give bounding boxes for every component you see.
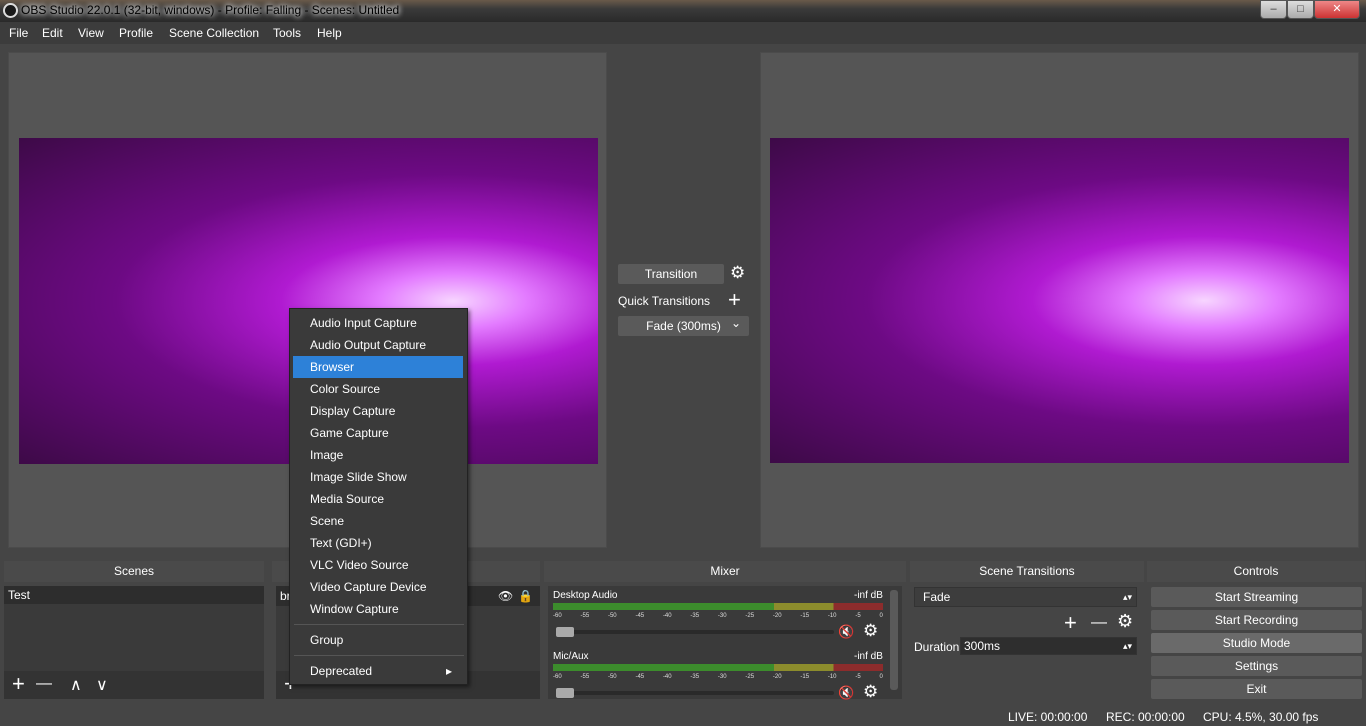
spin-arrows-icon: ▴▾ xyxy=(1122,592,1132,602)
remove-scene-icon[interactable]: — xyxy=(36,675,52,693)
menu-item-text-gdi[interactable]: Text (GDI+) xyxy=(293,532,463,554)
menu-item-audio-input-capture[interactable]: Audio Input Capture xyxy=(293,312,463,334)
scene-transition-select[interactable]: Fade ▴▾ xyxy=(914,587,1137,607)
quick-transitions-label: Quick Transitions xyxy=(618,294,711,308)
remove-transition-icon[interactable]: — xyxy=(1091,614,1107,632)
mic-aux-label: Mic/Aux xyxy=(553,651,589,662)
program-image xyxy=(770,138,1349,463)
window-title: OBS Studio 22.0.1 (32-bit, windows) - Pr… xyxy=(21,3,400,17)
minimize-button[interactable]: – xyxy=(1260,0,1287,19)
menu-item-deprecated[interactable]: Deprecated ▸ xyxy=(293,660,463,682)
quick-transition-select[interactable]: Fade (300ms) ⌄ xyxy=(618,316,749,336)
scene-transitions-dock-title: Scene Transitions xyxy=(910,561,1144,582)
mic-aux-level: -inf dB xyxy=(854,651,883,662)
transition-button[interactable]: Transition xyxy=(618,264,724,284)
add-quick-transition-icon[interactable]: + xyxy=(728,287,741,313)
transition-gear-icon[interactable]: ⚙ xyxy=(730,263,745,283)
menu-item-browser[interactable]: Browser xyxy=(293,356,463,378)
slider-handle[interactable] xyxy=(556,688,574,698)
desktop-audio-ticks: -60 -55 -50 -45 -40 -35 -30 -25 -20 -15 -10 -5 0 xyxy=(553,613,883,619)
desktop-audio-label: Desktop Audio xyxy=(553,590,618,601)
menu-item-display-capture[interactable]: Display Capture xyxy=(293,400,463,422)
move-scene-up-icon[interactable]: ∧ xyxy=(70,675,82,695)
close-button[interactable]: ✕ xyxy=(1314,0,1360,19)
live-status: LIVE: 00:00:00 xyxy=(1008,710,1088,724)
menu-item-image-slide-show[interactable]: Image Slide Show xyxy=(293,466,463,488)
menu-item-group[interactable]: Group xyxy=(293,629,463,651)
menu-profile[interactable]: Profile xyxy=(119,26,153,40)
menu-item-game-capture[interactable]: Game Capture xyxy=(293,422,463,444)
mixer-dock-title: Mixer xyxy=(544,561,906,582)
mute-icon[interactable]: 🔇 xyxy=(838,685,854,701)
menu-item-video-capture-device[interactable]: Video Capture Device xyxy=(293,576,463,598)
scenes-toolbar: + — ∧ ∨ xyxy=(4,671,264,699)
mic-aux-gear-icon[interactable]: ⚙ xyxy=(863,682,878,702)
eye-icon[interactable]: 👁 xyxy=(498,586,513,606)
add-scene-icon[interactable]: + xyxy=(12,671,25,697)
obs-logo-icon xyxy=(3,3,18,18)
quick-transition-value: Fade (300ms) xyxy=(646,319,721,333)
menu-scene-collection[interactable]: Scene Collection xyxy=(169,26,259,40)
rec-status: REC: 00:00:00 xyxy=(1106,710,1185,724)
duration-input[interactable]: 300ms ▴▾ xyxy=(960,637,1137,655)
start-streaming-button[interactable]: Start Streaming xyxy=(1151,587,1362,607)
submenu-arrow-icon: ▸ xyxy=(446,664,453,678)
menu-item-window-capture[interactable]: Window Capture xyxy=(293,598,463,620)
menu-item-scene[interactable]: Scene xyxy=(293,510,463,532)
menu-view[interactable]: View xyxy=(78,26,104,40)
menu-file[interactable]: File xyxy=(9,26,28,40)
menu-item-audio-output-capture[interactable]: Audio Output Capture xyxy=(293,334,463,356)
mute-icon[interactable]: 🔇 xyxy=(838,624,854,640)
menu-tools[interactable]: Tools xyxy=(273,26,301,40)
mic-aux-vu-meter xyxy=(553,664,883,671)
title-bar: OBS Studio 22.0.1 (32-bit, windows) - Pr… xyxy=(0,0,1366,22)
mixer-panel: Desktop Audio -inf dB -60 -55 -50 -45 -40 -35… xyxy=(548,586,902,702)
settings-button[interactable]: Settings xyxy=(1151,656,1362,676)
duration-value: 300ms xyxy=(964,639,1001,653)
scenes-dock-title: Scenes xyxy=(4,561,264,582)
duration-label: Duration xyxy=(914,640,960,654)
lock-icon[interactable]: 🔒 xyxy=(518,586,533,606)
slider-handle[interactable] xyxy=(556,627,574,637)
move-scene-down-icon[interactable]: ∨ xyxy=(96,675,108,695)
program-panel[interactable] xyxy=(760,52,1359,548)
scene-transition-value: Fade xyxy=(923,590,951,604)
add-source-context-menu: Audio Input Capture Audio Output Capture… xyxy=(289,308,468,685)
menu-item-vlc-video-source[interactable]: VLC Video Source xyxy=(293,554,463,576)
mixer-scrollbar[interactable] xyxy=(890,590,898,690)
exit-button[interactable]: Exit xyxy=(1151,679,1362,699)
maximize-button[interactable]: □ xyxy=(1287,0,1314,19)
controls-dock-title: Controls xyxy=(1147,561,1365,582)
start-recording-button[interactable]: Start Recording xyxy=(1151,610,1362,630)
menu-separator xyxy=(294,655,464,656)
spin-arrows-icon: ▴▾ xyxy=(1122,641,1132,651)
mic-aux-ticks: -60 -55 -50 -45 -40 -35 -30 -25 -20 -15 -10 -5 0 xyxy=(553,674,883,680)
mic-aux-volume-slider[interactable] xyxy=(556,688,834,698)
desktop-audio-volume-slider[interactable] xyxy=(556,627,834,637)
cpu-status: CPU: 4.5%, 30.00 fps xyxy=(1203,710,1319,724)
transition-properties-gear-icon[interactable]: ⚙ xyxy=(1117,611,1133,632)
menu-help[interactable]: Help xyxy=(317,26,342,40)
scenes-panel: Test + — ∧ ∨ xyxy=(4,586,264,699)
chevron-down-icon: ⌄ xyxy=(730,316,741,330)
menu-item-deprecated-label: Deprecated xyxy=(310,664,373,678)
scene-item-test[interactable]: Test xyxy=(4,586,264,604)
menu-separator xyxy=(294,624,464,625)
desktop-audio-level: -inf dB xyxy=(854,590,883,601)
menu-bar: File Edit View Profile Scene Collection … xyxy=(0,22,1366,44)
add-transition-icon[interactable]: + xyxy=(1064,610,1077,636)
menu-item-color-source[interactable]: Color Source xyxy=(293,378,463,400)
studio-mode-button[interactable]: Studio Mode xyxy=(1151,633,1362,653)
menu-item-media-source[interactable]: Media Source xyxy=(293,488,463,510)
desktop-audio-vu-meter xyxy=(553,603,883,610)
desktop-audio-gear-icon[interactable]: ⚙ xyxy=(863,621,878,641)
menu-item-image[interactable]: Image xyxy=(293,444,463,466)
menu-edit[interactable]: Edit xyxy=(42,26,63,40)
